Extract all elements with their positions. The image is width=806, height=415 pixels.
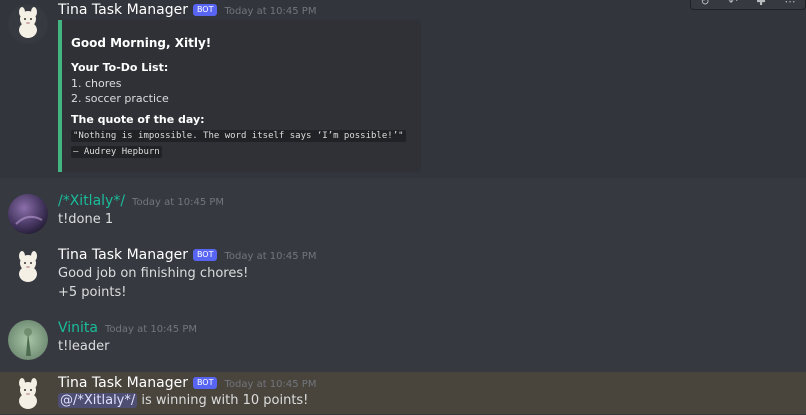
reaction-icon[interactable]: ↻ bbox=[700, 0, 709, 7]
message-2[interactable]: /*Xitlaly*/ Today at 10:45 PM t!done 1 bbox=[0, 190, 806, 240]
timestamp[interactable]: Today at 10:45 PM bbox=[132, 197, 224, 208]
bot-avatar[interactable] bbox=[8, 4, 48, 44]
user-avatar[interactable] bbox=[8, 194, 48, 234]
embed-quote-heading: The quote of the day: bbox=[71, 113, 205, 126]
message-header: Tina Task Manager BOT Today at 10:45 PM bbox=[58, 247, 316, 263]
message-text: t!leader bbox=[58, 339, 110, 354]
message-header: Tina Task Manager BOT Today at 10:45 PM bbox=[58, 375, 316, 391]
timestamp[interactable]: Today at 10:45 PM bbox=[105, 324, 197, 335]
username[interactable]: /*Xitlaly*/ bbox=[58, 193, 125, 209]
bot-avatar[interactable] bbox=[8, 248, 48, 288]
bot-avatar[interactable] bbox=[8, 375, 48, 415]
message-4[interactable]: Vinita Today at 10:45 PM t!leader bbox=[0, 318, 806, 362]
message-text-rest: is winning with 10 points! bbox=[137, 393, 309, 408]
message-header: /*Xitlaly*/ Today at 10:45 PM bbox=[58, 193, 224, 209]
more-icon[interactable]: ⋯ bbox=[785, 0, 796, 7]
add-reaction-icon[interactable]: ✚ bbox=[757, 0, 766, 7]
embed-quote-text: "Nothing is impossible. The word itself … bbox=[71, 130, 406, 142]
embed-title: Good Morning, Xitly! bbox=[71, 36, 212, 50]
embed-todo-item: 2. soccer practice bbox=[71, 92, 169, 105]
message-3[interactable]: Tina Task Manager BOT Today at 10:45 PM … bbox=[0, 244, 806, 304]
username[interactable]: Vinita bbox=[58, 320, 98, 336]
username[interactable]: Tina Task Manager bbox=[58, 247, 188, 263]
bot-badge: BOT bbox=[192, 4, 218, 16]
username[interactable]: Tina Task Manager bbox=[58, 375, 188, 391]
message-toolbar: ↻ ↶ ✚ ⋯ bbox=[690, 0, 806, 10]
timestamp[interactable]: Today at 10:45 PM bbox=[224, 379, 316, 390]
embed-quote-author: — Audrey Hepburn bbox=[71, 146, 162, 158]
reply-icon[interactable]: ↶ bbox=[728, 0, 737, 7]
bot-badge: BOT bbox=[192, 249, 218, 261]
message-header: Tina Task Manager BOT Today at 10:45 PM bbox=[58, 2, 316, 18]
message-text: Good job on finishing chores! bbox=[58, 266, 249, 281]
user-avatar[interactable] bbox=[8, 320, 48, 360]
bot-badge: BOT bbox=[192, 377, 218, 389]
username[interactable]: Tina Task Manager bbox=[58, 2, 188, 18]
todo-embed: Good Morning, Xitly! Your To-Do List: 1.… bbox=[58, 20, 421, 172]
message-text: +5 points! bbox=[58, 285, 127, 300]
message-header: Vinita Today at 10:45 PM bbox=[58, 320, 197, 336]
timestamp[interactable]: Today at 10:45 PM bbox=[224, 251, 316, 262]
message-1[interactable]: Tina Task Manager BOT Today at 10:45 PM … bbox=[0, 0, 806, 178]
embed-todo-heading: Your To-Do List: bbox=[71, 61, 169, 74]
timestamp[interactable]: Today at 10:45 PM bbox=[224, 6, 316, 17]
message-5[interactable]: Tina Task Manager BOT Today at 10:45 PM … bbox=[0, 372, 806, 414]
embed-todo-item: 1. chores bbox=[71, 77, 122, 90]
message-text: @/*Xitlaly*/ is winning with 10 points! bbox=[58, 393, 308, 408]
message-text: t!done 1 bbox=[58, 212, 114, 227]
user-mention[interactable]: @/*Xitlaly*/ bbox=[58, 393, 138, 408]
